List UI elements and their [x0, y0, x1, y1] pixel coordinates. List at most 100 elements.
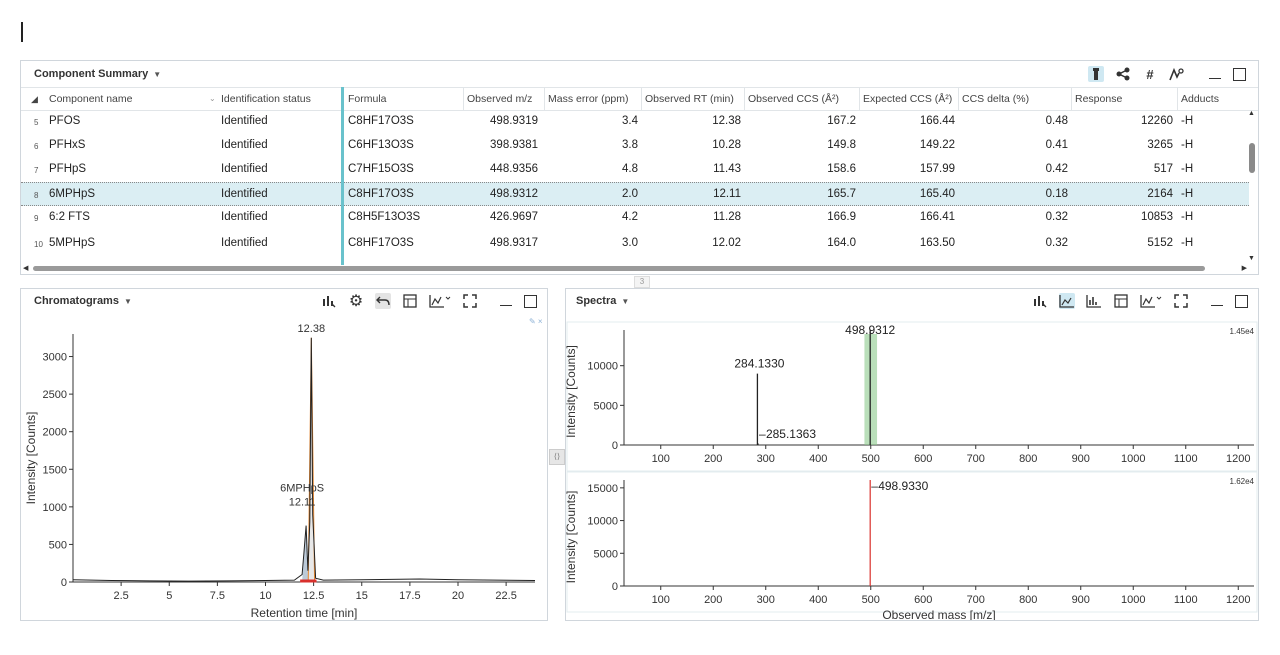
- cell-observed-rt: 11.43: [713, 163, 741, 175]
- cell-response: 2164: [1147, 188, 1173, 200]
- spectra-title[interactable]: Spectra ▼: [576, 295, 629, 307]
- cell-adducts: -H: [1181, 115, 1194, 127]
- cell-identification-status: Identified: [221, 115, 268, 127]
- col-component-name[interactable]: Component name: [49, 93, 132, 105]
- x-tick-label: 600: [914, 594, 932, 606]
- cell-component-name: PFHxS: [49, 139, 86, 151]
- chevron-down-icon[interactable]: ▼: [621, 297, 629, 306]
- table-icon[interactable]: [1113, 293, 1129, 309]
- peak-label-498-bottom: 498.9330: [878, 479, 928, 493]
- scroll-down-icon[interactable]: ▼: [1248, 255, 1255, 262]
- table-row[interactable]: 9 6:2 FTS Identified C8H5F13O3S 426.9697 4.2 1…: [21, 206, 1249, 230]
- col-formula[interactable]: Formula: [348, 93, 387, 105]
- x-tick-label: 300: [757, 453, 775, 465]
- table-icon[interactable]: [402, 293, 418, 309]
- chromatogram-chart[interactable]: 0 500 1000 1500 2000 2500 3000 2.5 5 7.5 10 12.5 15 1…: [21, 312, 547, 620]
- x-axis-label: Retention time [min]: [251, 606, 358, 620]
- spectra-charts[interactable]: 0500010000100 200 300 400 500 600 700 800 900 100…: [566, 312, 1258, 620]
- table-row[interactable]: 5 PFOS Identified C8HF17O3S 498.9319 3.4 12.38…: [21, 110, 1249, 134]
- cell-ccs-delta: 0.32: [1045, 211, 1068, 223]
- scroll-up-icon[interactable]: ▲: [1248, 110, 1255, 117]
- table-header: ◢ Component name ⌄ Identification status…: [21, 87, 1258, 111]
- vertical-scrollbar[interactable]: ▲ ▼: [1247, 110, 1256, 262]
- col-observed-mz[interactable]: Observed m/z: [467, 93, 532, 105]
- horizontal-scrollbar[interactable]: ◀ ▶: [23, 264, 1247, 272]
- peak-icon[interactable]: [1169, 66, 1185, 82]
- peak-label-498: 498.9312: [845, 323, 895, 337]
- col-observed-rt[interactable]: Observed RT (min): [645, 93, 734, 105]
- x-tick-label: 300: [757, 594, 775, 606]
- y-tick-label: 0: [612, 440, 618, 452]
- table-row[interactable]: 7 PFHpS Identified C7HF15O3S 448.9356 4.8 11.4…: [21, 158, 1249, 182]
- x-tick-label: 12.5: [303, 590, 324, 602]
- chart-icon[interactable]: [1059, 293, 1075, 309]
- scroll-right-icon[interactable]: ▶: [1242, 264, 1247, 272]
- component-summary-panel: Component Summary ▼ # ◢ Component name ⌄ …: [20, 60, 1259, 275]
- table-row[interactable]: 8 6MPHpS Identified C8HF17O3S 498.9312 2.0 12.…: [21, 182, 1249, 206]
- y-axis-label: Intensity [Counts]: [566, 345, 578, 438]
- bar-icon[interactable]: [1032, 293, 1048, 309]
- vertical-scrollbar-thumb[interactable]: [1249, 143, 1255, 173]
- collapse-panel-button[interactable]: ⟨⟩: [549, 449, 565, 465]
- chevron-down-icon[interactable]: ▼: [124, 297, 132, 306]
- sort-triangle-icon[interactable]: ◢: [31, 94, 38, 105]
- expand-icon[interactable]: [462, 293, 478, 309]
- x-tick-label: 600: [914, 453, 932, 465]
- x-tick-label: 900: [1072, 594, 1090, 606]
- expand-icon[interactable]: [1173, 293, 1189, 309]
- cell-response: 3265: [1147, 139, 1173, 151]
- cell-formula: C8H5F13O3S: [348, 211, 421, 223]
- chromatograms-title[interactable]: Chromatograms ▼: [34, 295, 132, 307]
- x-tick-label: 700: [967, 594, 985, 606]
- minimize-icon[interactable]: [1210, 294, 1224, 308]
- chevron-down-icon[interactable]: ▼: [153, 70, 161, 79]
- share-icon[interactable]: [1115, 66, 1131, 82]
- col-response[interactable]: Response: [1075, 93, 1122, 105]
- cell-observed-mz: 498.9312: [490, 188, 538, 200]
- chart-icon[interactable]: [1140, 293, 1162, 309]
- row-index: 10: [34, 240, 43, 249]
- minimize-icon[interactable]: [1208, 67, 1222, 81]
- x-axis-label: Observed mass [m/z]: [882, 608, 995, 620]
- col-mass-error[interactable]: Mass error (ppm): [548, 93, 629, 105]
- filter-icon[interactable]: [1088, 66, 1104, 82]
- component-summary-title[interactable]: Component Summary ▼: [34, 68, 161, 80]
- col-adducts[interactable]: Adducts: [1181, 93, 1219, 105]
- cell-mass-error: 4.2: [622, 211, 638, 223]
- col-observed-ccs[interactable]: Observed CCS (Å²): [748, 93, 839, 105]
- col-expected-ccs[interactable]: Expected CCS (Å²): [863, 93, 952, 105]
- maximize-icon[interactable]: [1233, 67, 1246, 81]
- table-row[interactable]: 10 5MPHpS Identified C8HF17O3S 498.9317 3.0 12…: [21, 232, 1249, 256]
- annotation-line: 12.11: [289, 497, 316, 509]
- maximize-icon[interactable]: [524, 294, 537, 308]
- col-identification-status[interactable]: Identification status: [221, 93, 311, 105]
- cell-observed-rt: 12.11: [713, 188, 741, 200]
- x-tick-label: 1000: [1121, 453, 1145, 465]
- hash-icon[interactable]: #: [1142, 66, 1158, 82]
- text-cursor: [21, 22, 23, 42]
- y-tick-label: 0: [612, 581, 618, 593]
- chart-alt-icon[interactable]: [1086, 293, 1102, 309]
- table-row[interactable]: 6 PFHxS Identified C6HF13O3S 398.9381 3.8 10.2…: [21, 134, 1249, 158]
- column-filter-icon[interactable]: ⌄: [209, 94, 216, 103]
- minimize-icon[interactable]: [499, 294, 513, 308]
- cell-observed-ccs: 158.6: [827, 163, 856, 175]
- horizontal-scrollbar-thumb[interactable]: [33, 266, 1205, 271]
- scroll-left-icon[interactable]: ◀: [23, 264, 28, 272]
- spectra-toolbar: [1032, 293, 1248, 309]
- panel-splitter[interactable]: 3: [634, 276, 650, 288]
- col-ccs-delta[interactable]: CCS delta (%): [962, 93, 1029, 105]
- cell-component-name: 5MPHpS: [49, 237, 96, 249]
- spectra-panel: Spectra ▼ 0 5000 10000 100 200 300 400 500 600 700…: [565, 288, 1259, 621]
- bar-icon[interactable]: [321, 293, 337, 309]
- y-tick-label: 10000: [587, 516, 618, 528]
- undo-icon[interactable]: [375, 293, 391, 309]
- x-tick-label: 1200: [1226, 594, 1250, 606]
- chart-icon[interactable]: [429, 293, 451, 309]
- x-tick-label: 1100: [1174, 453, 1198, 465]
- formula-column-marker: [341, 87, 344, 265]
- cell-mass-error: 3.8: [622, 139, 638, 151]
- gear-icon[interactable]: ⚙: [348, 293, 364, 310]
- maximize-icon[interactable]: [1235, 294, 1248, 308]
- cell-expected-ccs: 166.41: [919, 211, 955, 223]
